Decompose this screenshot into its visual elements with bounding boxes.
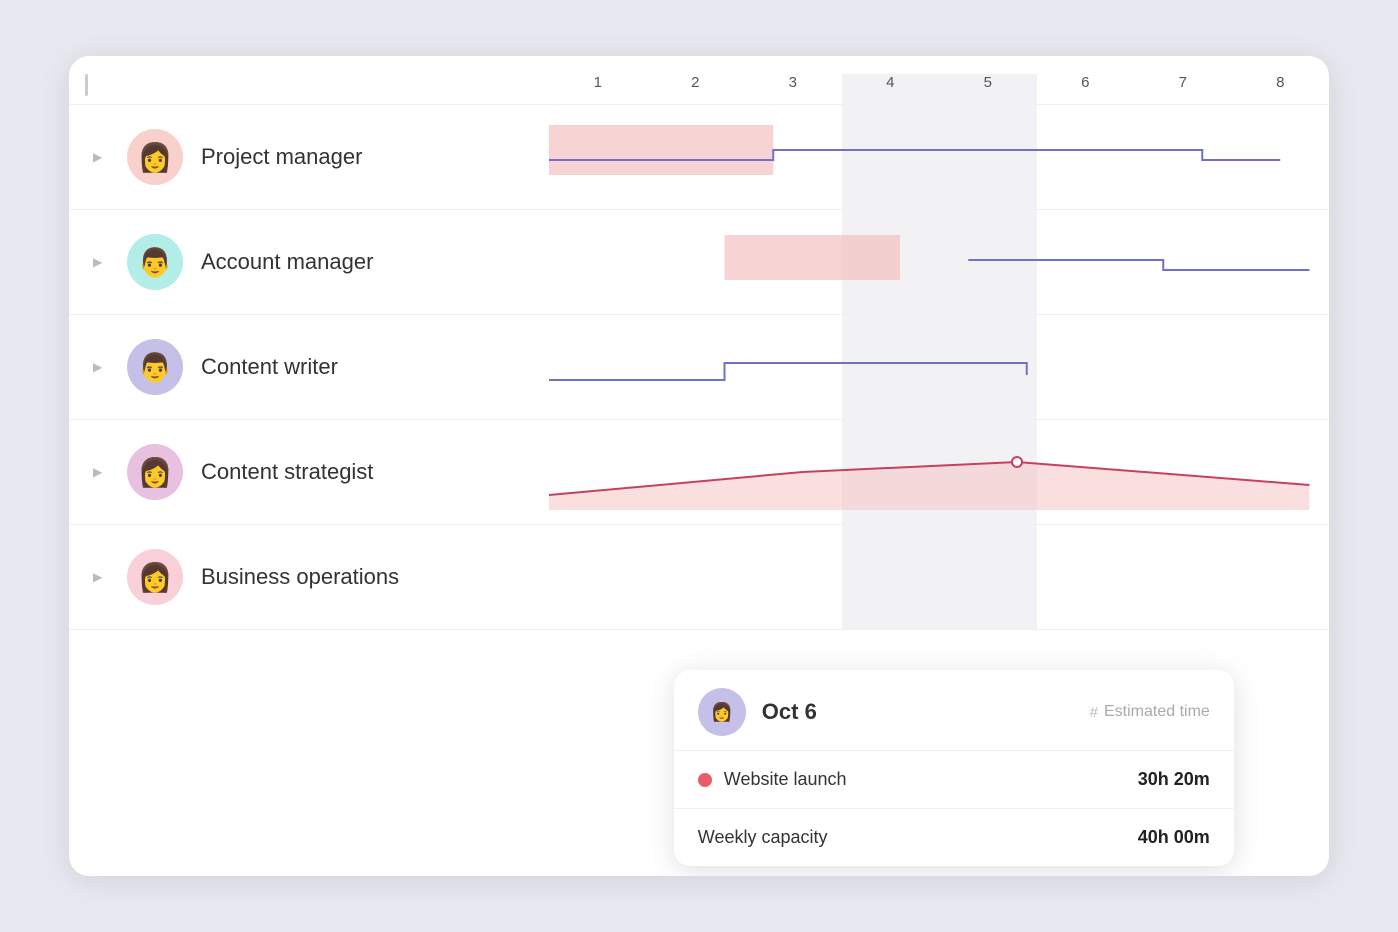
- day-col-4: 4: [842, 74, 940, 104]
- chart-am: [549, 210, 1329, 314]
- expand-arrow-am[interactable]: ▶: [93, 255, 109, 269]
- chart-svg-pm: [549, 105, 1329, 209]
- tooltip-row-0: Website launch 30h 20m: [674, 751, 1234, 809]
- tooltip-value-1: 40h 00m: [1138, 827, 1210, 848]
- timeline-header: 12345678: [69, 56, 1329, 105]
- gantt-body: ▶ 👩 Project manager ▶ 👨 Account manager ▶ 👨 Cont…: [69, 105, 1329, 630]
- row-label-pm: ▶ 👩 Project manager: [69, 129, 549, 185]
- face-icon-bo: 👩: [127, 549, 183, 605]
- tooltip-label-0: Website launch: [724, 769, 1126, 790]
- chart-cs: [549, 420, 1329, 524]
- role-name-cs: Content strategist: [201, 459, 373, 485]
- tooltip-dot-0: [698, 773, 712, 787]
- role-name-bo: Business operations: [201, 564, 399, 590]
- day-numbers: 12345678: [549, 74, 1329, 104]
- tooltip-col-label: # Estimated time: [1090, 703, 1210, 721]
- face-icon-cs: 👩: [127, 444, 183, 500]
- role-name-cw: Content writer: [201, 354, 338, 380]
- day-col-8: 8: [1232, 74, 1330, 104]
- month-divider-icon: [85, 74, 88, 96]
- tooltip-date: Oct 6: [762, 699, 1074, 725]
- gantt-row-am: ▶ 👨 Account manager: [69, 210, 1329, 315]
- row-label-cs: ▶ 👩 Content strategist: [69, 444, 549, 500]
- tooltip-row-1: Weekly capacity 40h 00m: [674, 809, 1234, 866]
- day-col-3: 3: [744, 74, 842, 104]
- avatar-bo: 👩: [127, 549, 183, 605]
- row-label-am: ▶ 👨 Account manager: [69, 234, 549, 290]
- day-col-5: 5: [939, 74, 1037, 104]
- day-col-1: 1: [549, 74, 647, 104]
- expand-arrow-cs[interactable]: ▶: [93, 465, 109, 479]
- chart-svg-am: [549, 210, 1329, 314]
- month-label: [69, 74, 549, 104]
- day-col-6: 6: [1037, 74, 1135, 104]
- main-card: 12345678 ▶ 👩 Project manager ▶ 👨 Account mana…: [69, 56, 1329, 876]
- avatar-cs: 👩: [127, 444, 183, 500]
- chart-cw: [549, 315, 1329, 419]
- expand-arrow-bo[interactable]: ▶: [93, 570, 109, 584]
- tooltip-label-1: Weekly capacity: [698, 827, 1126, 848]
- face-icon-cw: 👨: [127, 339, 183, 395]
- expand-arrow-cw[interactable]: ▶: [93, 360, 109, 374]
- chart-svg-cw: [549, 315, 1329, 419]
- chart-svg-cs: [549, 420, 1329, 524]
- gantt-row-bo: ▶ 👩 Business operations: [69, 525, 1329, 630]
- hash-icon: #: [1090, 704, 1098, 721]
- tooltip-header: 👩 Oct 6 # Estimated time: [674, 670, 1234, 751]
- tooltip-avatar: 👩: [698, 688, 746, 736]
- row-label-bo: ▶ 👩 Business operations: [69, 549, 549, 605]
- gantt-row-cs: ▶ 👩 Content strategist: [69, 420, 1329, 525]
- avatar-pm: 👩: [127, 129, 183, 185]
- gantt-row-pm: ▶ 👩 Project manager: [69, 105, 1329, 210]
- tooltip-col-label-text: Estimated time: [1104, 703, 1210, 721]
- role-name-pm: Project manager: [201, 144, 362, 170]
- row-label-header: [69, 74, 549, 104]
- face-icon-pm: 👩: [127, 129, 183, 185]
- day-col-7: 7: [1134, 74, 1232, 104]
- day-col-2: 2: [647, 74, 745, 104]
- row-label-cw: ▶ 👨 Content writer: [69, 339, 549, 395]
- gantt-row-cw: ▶ 👨 Content writer: [69, 315, 1329, 420]
- chart-pm: [549, 105, 1329, 209]
- face-icon-am: 👨: [127, 234, 183, 290]
- chart-svg-bo: [549, 525, 1329, 629]
- tooltip-value-0: 30h 20m: [1138, 769, 1210, 790]
- avatar-am: 👨: [127, 234, 183, 290]
- avatar-cw: 👨: [127, 339, 183, 395]
- role-name-am: Account manager: [201, 249, 373, 275]
- chart-bo: [549, 525, 1329, 629]
- tooltip: 👩 Oct 6 # Estimated time Website launch 30h 2…: [674, 670, 1234, 866]
- expand-arrow-pm[interactable]: ▶: [93, 150, 109, 164]
